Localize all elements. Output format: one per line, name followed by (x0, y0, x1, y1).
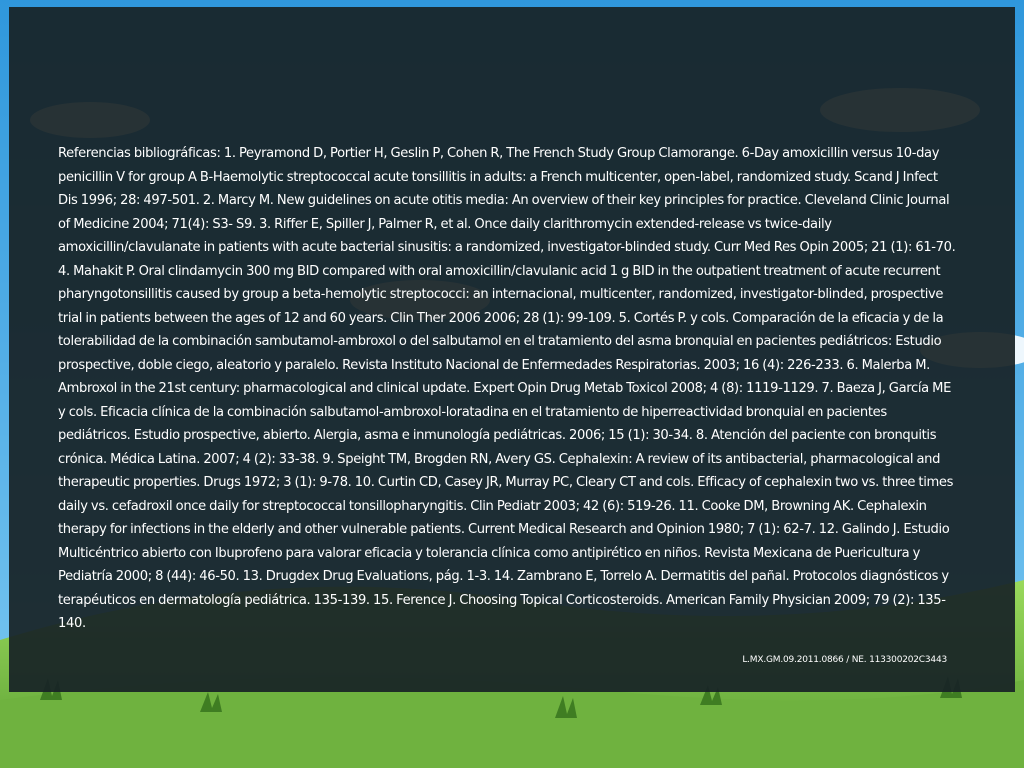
bibliographic-references-text: Referencias bibliográficas: 1. Peyramond… (58, 146, 956, 631)
regulatory-code-text: L.MX.GM.09.2011.0866 / NE. 113300202C344… (742, 655, 947, 665)
